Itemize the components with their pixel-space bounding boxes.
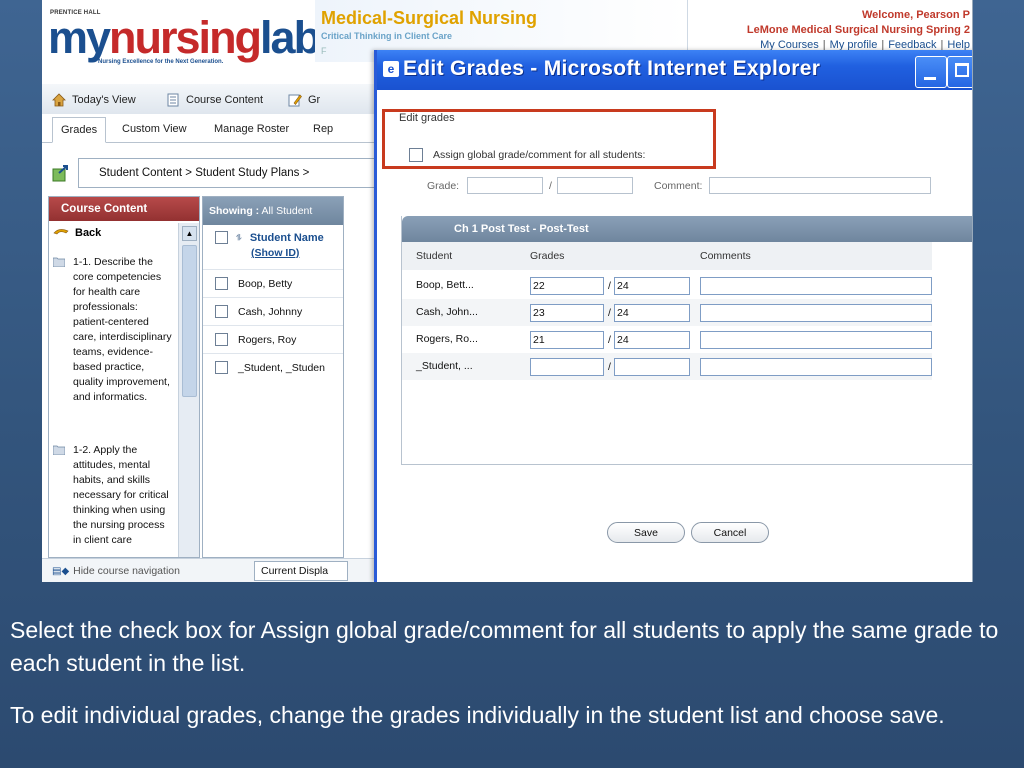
row-student-name: _Student, ... — [416, 360, 473, 372]
table-row: Cash, John... 23 / 24 — [402, 299, 932, 326]
back-link[interactable]: Back — [53, 227, 101, 239]
home-icon — [52, 93, 66, 107]
global-comment-label: Comment: — [654, 180, 703, 192]
student-checkbox[interactable] — [215, 305, 228, 318]
table-header: Student Grades Comments — [402, 242, 932, 270]
grades-table: Ch 1 Post Test - Post-Test Student Grade… — [401, 216, 972, 465]
select-all-checkbox[interactable] — [215, 231, 228, 244]
row-student-name: Boop, Bett... — [416, 279, 474, 291]
caption-line-1: Select the check box for Assign global g… — [10, 617, 999, 676]
cancel-button[interactable]: Cancel — [691, 522, 769, 543]
student-name-header[interactable]: ⥮ Student Name — [215, 231, 324, 244]
student-row[interactable]: _Student, _Studen — [215, 361, 325, 374]
global-grade-label: Grade: — [427, 180, 460, 192]
col-comments: Comments — [700, 250, 751, 262]
edit-grades-body: Edit grades Assign global grade/comment … — [377, 90, 972, 582]
grade-input[interactable]: 22 — [530, 277, 604, 295]
highlight-annotation — [382, 109, 716, 169]
grade-input[interactable]: 23 — [530, 304, 604, 322]
student-list-panel: Showing : All Student ⥮ Student Name (Sh… — [202, 196, 344, 558]
tab-manage-roster[interactable]: Manage Roster — [214, 123, 289, 135]
screenshot-frame: PRENTICE HALL mynursinglab Nursing Excel… — [42, 0, 973, 582]
comment-input[interactable] — [700, 277, 932, 295]
global-grade-slash: / — [549, 180, 552, 192]
table-row: Rogers, Ro... 21 / 24 — [402, 326, 932, 353]
student-checkbox[interactable] — [215, 361, 228, 374]
tab-custom-view[interactable]: Custom View — [122, 123, 187, 135]
comment-input[interactable] — [700, 358, 932, 376]
global-comment-input[interactable] — [709, 177, 931, 194]
maximize-button[interactable] — [947, 56, 972, 88]
max-points-input[interactable] — [614, 358, 690, 376]
mynursinglab-logo[interactable]: PRENTICE HALL mynursinglab Nursing Excel… — [48, 6, 321, 68]
book-subtitle-2: F — [321, 46, 327, 56]
ie-page-icon: e — [383, 61, 399, 77]
scroll-up-arrow[interactable]: ▲ — [182, 226, 197, 241]
save-button[interactable]: Save — [607, 522, 685, 543]
comment-input[interactable] — [700, 331, 932, 349]
welcome-text: Welcome, Pearson P — [861, 9, 970, 21]
breadcrumb: Student Content > Student Study Plans > — [78, 158, 400, 188]
row-student-name: Cash, John... — [416, 306, 478, 318]
tab-reports[interactable]: Rep — [313, 123, 333, 135]
sort-icon[interactable]: ⥮ — [236, 233, 242, 243]
max-points-input[interactable]: 24 — [614, 304, 690, 322]
nav-course-content[interactable]: Course Content — [166, 93, 263, 107]
grade-input[interactable]: 21 — [530, 331, 604, 349]
current-display-select[interactable]: Current Displa — [254, 561, 348, 581]
window-title: Edit Grades - Microsoft Internet Explore… — [403, 57, 821, 80]
assignment-title: Ch 1 Post Test - Post-Test — [402, 216, 972, 242]
show-id-link[interactable]: (Show ID) — [251, 247, 299, 259]
max-points-input[interactable]: 24 — [614, 277, 690, 295]
gradebook-icon — [288, 94, 302, 107]
logo-wordmark: mynursinglab — [48, 12, 321, 63]
scroll-thumb[interactable] — [182, 245, 197, 397]
student-row[interactable]: Boop, Betty — [215, 277, 292, 290]
col-student: Student — [416, 250, 453, 262]
course-name: LeMone Medical Surgical Nursing Spring 2 — [746, 24, 970, 36]
folder-icon — [53, 445, 65, 455]
course-content-header: Course Content — [49, 197, 199, 221]
edit-grades-window: e Edit Grades - Microsoft Internet Explo… — [374, 50, 972, 582]
student-checkbox[interactable] — [215, 333, 228, 346]
row-student-name: Rogers, Ro... — [416, 333, 478, 345]
global-grade-input[interactable] — [467, 177, 543, 194]
back-arrow-icon — [53, 229, 69, 235]
course-content-panel: Course Content Back 1-1. Describe the co… — [48, 196, 200, 558]
showing-header: Showing : All Student — [203, 197, 343, 225]
comment-input[interactable] — [700, 304, 932, 322]
logo-tagline: Nursing Excellence for the Next Generati… — [98, 59, 224, 65]
col-grades: Grades — [530, 250, 565, 262]
export-icon[interactable] — [52, 164, 70, 182]
table-row: _Student, ... / — [402, 353, 932, 380]
student-row[interactable]: Cash, Johnny — [215, 305, 302, 318]
book-subtitle: Critical Thinking in Client Care — [321, 31, 453, 41]
nav-gradebook[interactable]: Gr — [288, 93, 320, 107]
minimize-button[interactable] — [915, 56, 947, 88]
student-checkbox[interactable] — [215, 277, 228, 290]
tab-grades[interactable]: Grades — [52, 117, 107, 143]
caption-line-2: To edit individual grades, change the gr… — [10, 702, 945, 728]
student-row[interactable]: Rogers, Roy — [215, 333, 296, 346]
course-item-1-2[interactable]: 1-2. Apply the attitudes, mental habits,… — [53, 443, 175, 548]
book-title: Medical-Surgical Nursing — [321, 8, 538, 28]
hide-course-navigation[interactable]: ▤◆ Hide course navigation — [52, 565, 180, 577]
max-points-input[interactable]: 24 — [614, 331, 690, 349]
folder-icon — [53, 257, 65, 267]
collapse-icon: ▤◆ — [52, 565, 70, 577]
course-content-scrollbar[interactable]: ▲ — [178, 223, 199, 557]
table-row: Boop, Bett... 22 / 24 — [402, 272, 932, 299]
page-icon — [167, 93, 179, 107]
nav-todays-view[interactable]: Today's View — [52, 93, 136, 107]
global-max-input[interactable] — [557, 177, 633, 194]
course-item-1-1[interactable]: 1-1. Describe the core competencies for … — [53, 255, 175, 405]
window-titlebar[interactable]: e Edit Grades - Microsoft Internet Explo… — [377, 50, 972, 90]
grade-input[interactable] — [530, 358, 604, 376]
